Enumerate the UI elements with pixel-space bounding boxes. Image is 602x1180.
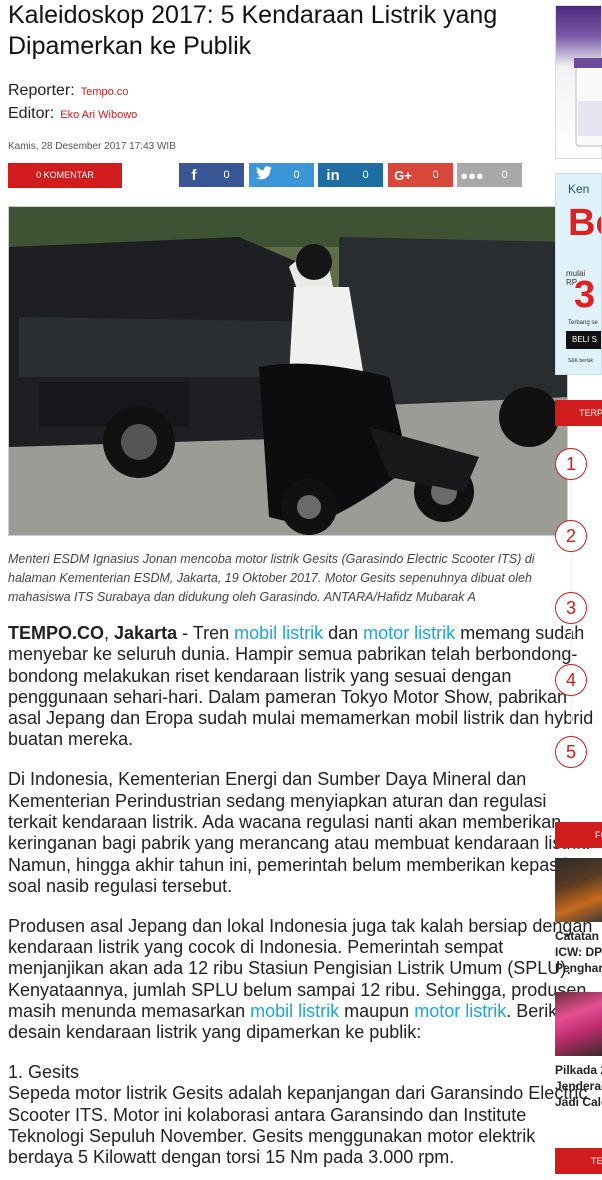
foto-header[interactable]: FOTO: [555, 822, 602, 848]
news-title-line: Penghar: [555, 961, 602, 975]
publish-date: Kamis, 28 Desember 2017 17:43 WIB: [8, 141, 176, 152]
rank-badge-5: 5: [555, 736, 587, 768]
article-photo: [8, 206, 568, 536]
article-main: Kaleidoskop 2017: 5 Kendaraan Listrik ya…: [8, 0, 600, 1180]
news-title[interactable]: Catatan ICW: DPR Penghar: [555, 928, 602, 976]
editor-line: Editor: Eko Ari Wibowo: [8, 105, 137, 123]
tag-link-mobil-listrik[interactable]: mobil listrik: [250, 1001, 339, 1021]
share-count: 0: [432, 169, 439, 181]
share-linkedin-button[interactable]: in 0: [318, 163, 383, 187]
share-count: 0: [223, 169, 230, 181]
news-title-line: ICW: DPR: [555, 945, 602, 959]
reporter-label: Reporter:: [8, 82, 75, 99]
tag-link-motor-listrik[interactable]: motor listrik: [414, 1001, 506, 1021]
sidebar-ad-product[interactable]: [555, 5, 602, 159]
more-icon: ●●●: [460, 167, 484, 183]
news-title[interactable]: Pilkada 2 Jenderal Jadi Cale: [555, 1062, 602, 1110]
city-tag: Jakarta: [114, 623, 178, 643]
paragraph-1: TEMPO.CO, Jakarta - Tren mobil listrik d…: [8, 623, 600, 751]
share-more-button[interactable]: ●●● 0: [457, 163, 522, 187]
editor-label: Editor:: [8, 105, 55, 122]
article-title: Kaleidoskop 2017: 5 Kendaraan Listrik ya…: [8, 1, 498, 60]
facebook-icon: f: [191, 166, 197, 184]
rank-badge-3: 3: [555, 592, 587, 624]
rank-badge-2: 2: [555, 520, 587, 552]
ad-text: Bo: [568, 202, 601, 244]
paragraph-2: Di Indonesia, Kementerian Energi dan Sum…: [8, 769, 591, 896]
paragraph-4: Sepeda motor listrik Gesits adalah kepan…: [8, 1083, 588, 1168]
ad-text: Ken: [568, 182, 590, 196]
share-googleplus-button[interactable]: G+ 0: [388, 163, 453, 187]
news-title-line: Catatan: [555, 929, 600, 943]
reporter-link[interactable]: Tempo.co: [81, 86, 129, 98]
tag-link-motor-listrik[interactable]: motor listrik: [363, 623, 455, 643]
rank-badge-1: 1: [555, 448, 587, 480]
tag-link-mobil-listrik[interactable]: mobil listrik: [234, 623, 323, 643]
sidebar: Ken Bo mulaiRP 3 Terbang se BELI S S&K b…: [555, 0, 602, 1180]
terkini-header[interactable]: TERKINI: [555, 1148, 602, 1174]
source-tag: TEMPO.CO: [8, 623, 105, 643]
news-title-line: Jadi Cale: [555, 1095, 602, 1109]
twitter-icon: [249, 166, 279, 184]
share-count: 0: [293, 169, 300, 181]
section-heading: 1. Gesits: [8, 1062, 80, 1083]
paragraph-text: maupun: [339, 1000, 415, 1021]
reporter-line: Reporter: Tempo.co: [8, 82, 128, 100]
ad-buy-button[interactable]: BELI S: [566, 331, 601, 349]
product-image: [574, 58, 602, 147]
paragraph-text: dan: [323, 623, 364, 643]
news-title-line: Pilkada 2: [555, 1063, 602, 1077]
share-twitter-button[interactable]: 0: [249, 163, 314, 187]
paragraph-3: Produsen asal Jepang dan lokal Indonesia…: [8, 916, 600, 1044]
news-thumbnail[interactable]: [555, 992, 602, 1056]
comment-button[interactable]: 0 KOMENTAR: [8, 163, 122, 188]
ad-text: Terbang se: [568, 320, 598, 326]
ad-text: S&K berlak: [568, 358, 594, 364]
linkedin-icon: in: [326, 166, 340, 184]
editor-link[interactable]: Eko Ari Wibowo: [60, 109, 137, 121]
share-count: 0: [362, 169, 369, 181]
terpopuler-header[interactable]: TERPOPULER: [555, 400, 602, 426]
article-photo-illustration: [9, 207, 567, 535]
share-count: 0: [501, 169, 508, 181]
sidebar-ad-banner[interactable]: Ken Bo mulaiRP 3 Terbang se BELI S S&K b…: [555, 173, 602, 375]
article-body: TEMPO.CO, Jakarta - Tren mobil listrik d…: [8, 623, 600, 1180]
photo-caption: Menteri ESDM Ignasius Jonan mencoba moto…: [8, 552, 535, 604]
paragraph-text: - Tren: [177, 623, 235, 643]
googleplus-icon: G+: [394, 167, 412, 183]
ad-text: 3: [574, 274, 596, 316]
news-title-line: Jenderal: [555, 1079, 602, 1093]
share-facebook-button[interactable]: f 0: [179, 163, 244, 187]
separator: ,: [104, 623, 115, 643]
news-thumbnail[interactable]: [555, 858, 602, 922]
rank-badge-4: 4: [555, 664, 587, 696]
